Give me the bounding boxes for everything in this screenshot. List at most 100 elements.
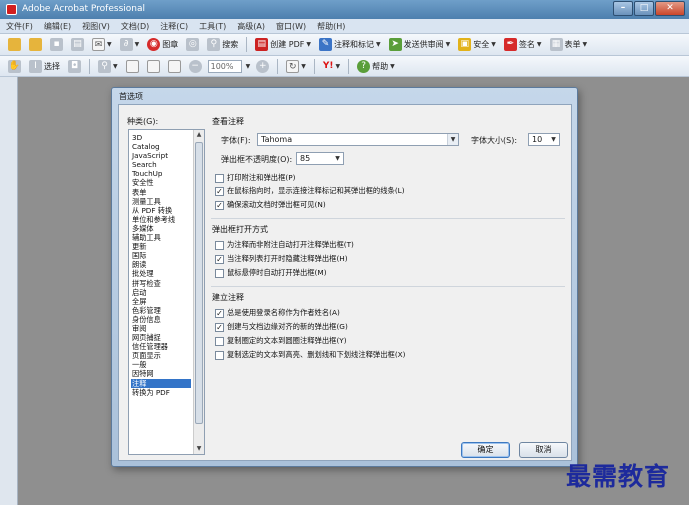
minimize-button[interactable]: – bbox=[613, 1, 633, 16]
category-item[interactable]: 拼写检查 bbox=[131, 279, 191, 288]
checkbox-box[interactable]: ✓ bbox=[215, 322, 224, 332]
find-button[interactable]: ◎ bbox=[184, 36, 201, 53]
checkbox-box[interactable]: ✓ bbox=[215, 308, 224, 318]
create-pdf-button[interactable]: ▤ 创建 PDF ▼ bbox=[253, 36, 313, 53]
category-item[interactable]: Search bbox=[131, 160, 191, 169]
menu-edit[interactable]: 编辑(E) bbox=[44, 21, 71, 32]
category-item[interactable]: 表单 bbox=[131, 188, 191, 197]
category-item[interactable]: TouchUp bbox=[131, 169, 191, 178]
zoom-in-button[interactable]: + bbox=[254, 58, 271, 75]
scroll-up-icon[interactable]: ▲ bbox=[194, 130, 204, 140]
category-item[interactable]: 网页捕捉 bbox=[131, 333, 191, 342]
category-item[interactable]: 因特网 bbox=[131, 369, 191, 378]
checkbox-box[interactable]: ✓ bbox=[215, 186, 224, 196]
sign-button[interactable]: ✒ 签名 ▼ bbox=[502, 36, 544, 53]
category-item[interactable]: 多媒体 bbox=[131, 224, 191, 233]
open-on-hover-checkbox[interactable]: 鼠标悬停时自动打开弹出框(M) bbox=[215, 268, 327, 278]
menu-view[interactable]: 视图(V) bbox=[82, 21, 110, 32]
menu-help[interactable]: 帮助(H) bbox=[317, 21, 345, 32]
checkbox-box[interactable] bbox=[215, 350, 224, 360]
font-size-select[interactable]: 10 ▼ bbox=[528, 133, 560, 146]
checkbox-box[interactable]: ✓ bbox=[215, 200, 224, 210]
cancel-button[interactable]: 取消 bbox=[519, 442, 568, 458]
menu-advanced[interactable]: 高级(A) bbox=[237, 21, 265, 32]
rotate-button[interactable]: ↻ ▼ bbox=[284, 58, 308, 75]
scrollbar-thumb[interactable] bbox=[195, 142, 203, 424]
auto-open-popups-checkbox[interactable]: 为注释而非附注自动打开注释弹出框(T) bbox=[215, 240, 354, 250]
copy-selected-text-checkbox[interactable]: 复制选定的文本到高亮、删划线和下划线注释弹出框(X) bbox=[215, 350, 406, 360]
actual-size-button[interactable] bbox=[124, 58, 141, 75]
font-select[interactable]: Tahoma ▼ bbox=[257, 133, 459, 146]
category-item[interactable]: 安全性 bbox=[131, 178, 191, 187]
scroll-down-icon[interactable]: ▼ bbox=[194, 444, 204, 454]
categories-list[interactable]: 3D Catalog JavaScript Search TouchUp 安全性… bbox=[128, 129, 205, 455]
open-button[interactable] bbox=[6, 36, 23, 53]
popup-opacity-select[interactable]: 85 ▼ bbox=[296, 152, 344, 165]
zoom-level-field[interactable]: 100% bbox=[207, 59, 242, 73]
print-notes-checkbox[interactable]: 打印附注和弹出框(P) bbox=[215, 173, 295, 183]
print-button[interactable]: ▤ bbox=[69, 36, 86, 53]
category-item[interactable]: 启动 bbox=[131, 288, 191, 297]
attach-button[interactable]: ∂ ▼ bbox=[118, 36, 142, 53]
menu-document[interactable]: 文档(D) bbox=[121, 21, 149, 32]
chevron-down-icon[interactable]: ▼ bbox=[246, 63, 251, 70]
help-button[interactable]: ? 帮助 ▼ bbox=[355, 58, 397, 75]
checkbox-box[interactable]: ✓ bbox=[215, 254, 224, 264]
category-item[interactable]: 页面显示 bbox=[131, 351, 191, 360]
category-item[interactable]: 一般 bbox=[131, 360, 191, 369]
align-popups-checkbox[interactable]: ✓ 创建与文档边缘对齐的新的弹出框(G) bbox=[215, 322, 348, 332]
fit-width-button[interactable] bbox=[166, 58, 183, 75]
hand-tool-button[interactable]: ✋ bbox=[6, 58, 23, 75]
yahoo-button[interactable]: Y! ▼ bbox=[321, 58, 342, 75]
checkbox-box[interactable] bbox=[215, 336, 224, 346]
category-scrollbar[interactable]: ▲ ▼ bbox=[193, 130, 204, 454]
category-item[interactable]: 单位和参考线 bbox=[131, 215, 191, 224]
maximize-button[interactable]: □ bbox=[634, 1, 654, 16]
fit-page-button[interactable] bbox=[145, 58, 162, 75]
category-item-selected[interactable]: 注释 bbox=[131, 378, 191, 388]
checkbox-box[interactable] bbox=[215, 173, 224, 183]
category-item[interactable]: 从 PDF 转换 bbox=[131, 206, 191, 215]
category-item[interactable]: 测量工具 bbox=[131, 197, 191, 206]
snapshot-button[interactable]: ◘ bbox=[66, 58, 83, 75]
category-item[interactable]: 全屏 bbox=[131, 297, 191, 306]
hide-popups-list-checkbox[interactable]: ✓ 当注释列表打开时隐藏注释弹出框(H) bbox=[215, 254, 348, 264]
close-button[interactable]: ✕ bbox=[655, 1, 685, 16]
menu-file[interactable]: 文件(F) bbox=[6, 21, 33, 32]
organizer-button[interactable] bbox=[27, 36, 44, 53]
zoom-tool-button[interactable]: ⚲ ▼ bbox=[96, 58, 120, 75]
category-item[interactable]: Catalog bbox=[131, 142, 191, 151]
select-tool-button[interactable]: I 选择 bbox=[27, 58, 62, 75]
category-item[interactable]: 国际 bbox=[131, 251, 191, 260]
use-login-name-checkbox[interactable]: ✓ 总是使用登录名称作为作者姓名(A) bbox=[215, 308, 340, 318]
category-item[interactable]: 转换为 PDF bbox=[131, 388, 191, 397]
zoom-out-button[interactable]: − bbox=[187, 58, 204, 75]
category-item[interactable]: JavaScript bbox=[131, 151, 191, 160]
save-button[interactable]: ▪ bbox=[48, 36, 65, 53]
stamp-button[interactable]: ◉ 图章 bbox=[145, 36, 180, 53]
send-for-review-button[interactable]: ➤ 发送供审阅 ▼ bbox=[387, 36, 453, 53]
checkbox-box[interactable] bbox=[215, 268, 224, 278]
category-item[interactable]: 3D bbox=[131, 133, 191, 142]
checkbox-box[interactable] bbox=[215, 240, 224, 250]
category-item[interactable]: 色彩管理 bbox=[131, 306, 191, 315]
comment-markup-button[interactable]: ✎ 注释和标记 ▼ bbox=[317, 36, 383, 53]
ok-button[interactable]: 确定 bbox=[461, 442, 510, 458]
show-connector-lines-checkbox[interactable]: ✓ 在鼠标指向时，显示连接注释标记和其弹出框的线条(L) bbox=[215, 186, 405, 196]
category-item[interactable]: 朗读 bbox=[131, 260, 191, 269]
copy-encircled-text-checkbox[interactable]: 复制圈定的文本到圆圈注释弹出框(Y) bbox=[215, 336, 347, 346]
popups-visible-scroll-checkbox[interactable]: ✓ 确保滚动文档时弹出框可见(N) bbox=[215, 200, 326, 210]
category-item[interactable]: 批处理 bbox=[131, 269, 191, 278]
menu-tools[interactable]: 工具(T) bbox=[199, 21, 226, 32]
navigation-pane[interactable] bbox=[0, 77, 18, 505]
menu-comments[interactable]: 注释(C) bbox=[160, 21, 188, 32]
email-button[interactable]: ✉ ▼ bbox=[90, 36, 114, 53]
search-button[interactable]: ⚲ 搜索 bbox=[205, 36, 240, 53]
category-item[interactable]: 信任管理器 bbox=[131, 342, 191, 351]
category-item[interactable]: 辅助工具 bbox=[131, 233, 191, 242]
category-item[interactable]: 更新 bbox=[131, 242, 191, 251]
menu-window[interactable]: 窗口(W) bbox=[276, 21, 306, 32]
category-item[interactable]: 身份信息 bbox=[131, 315, 191, 324]
forms-button[interactable]: ▦ 表单 ▼ bbox=[548, 36, 590, 53]
category-item[interactable]: 审阅 bbox=[131, 324, 191, 333]
